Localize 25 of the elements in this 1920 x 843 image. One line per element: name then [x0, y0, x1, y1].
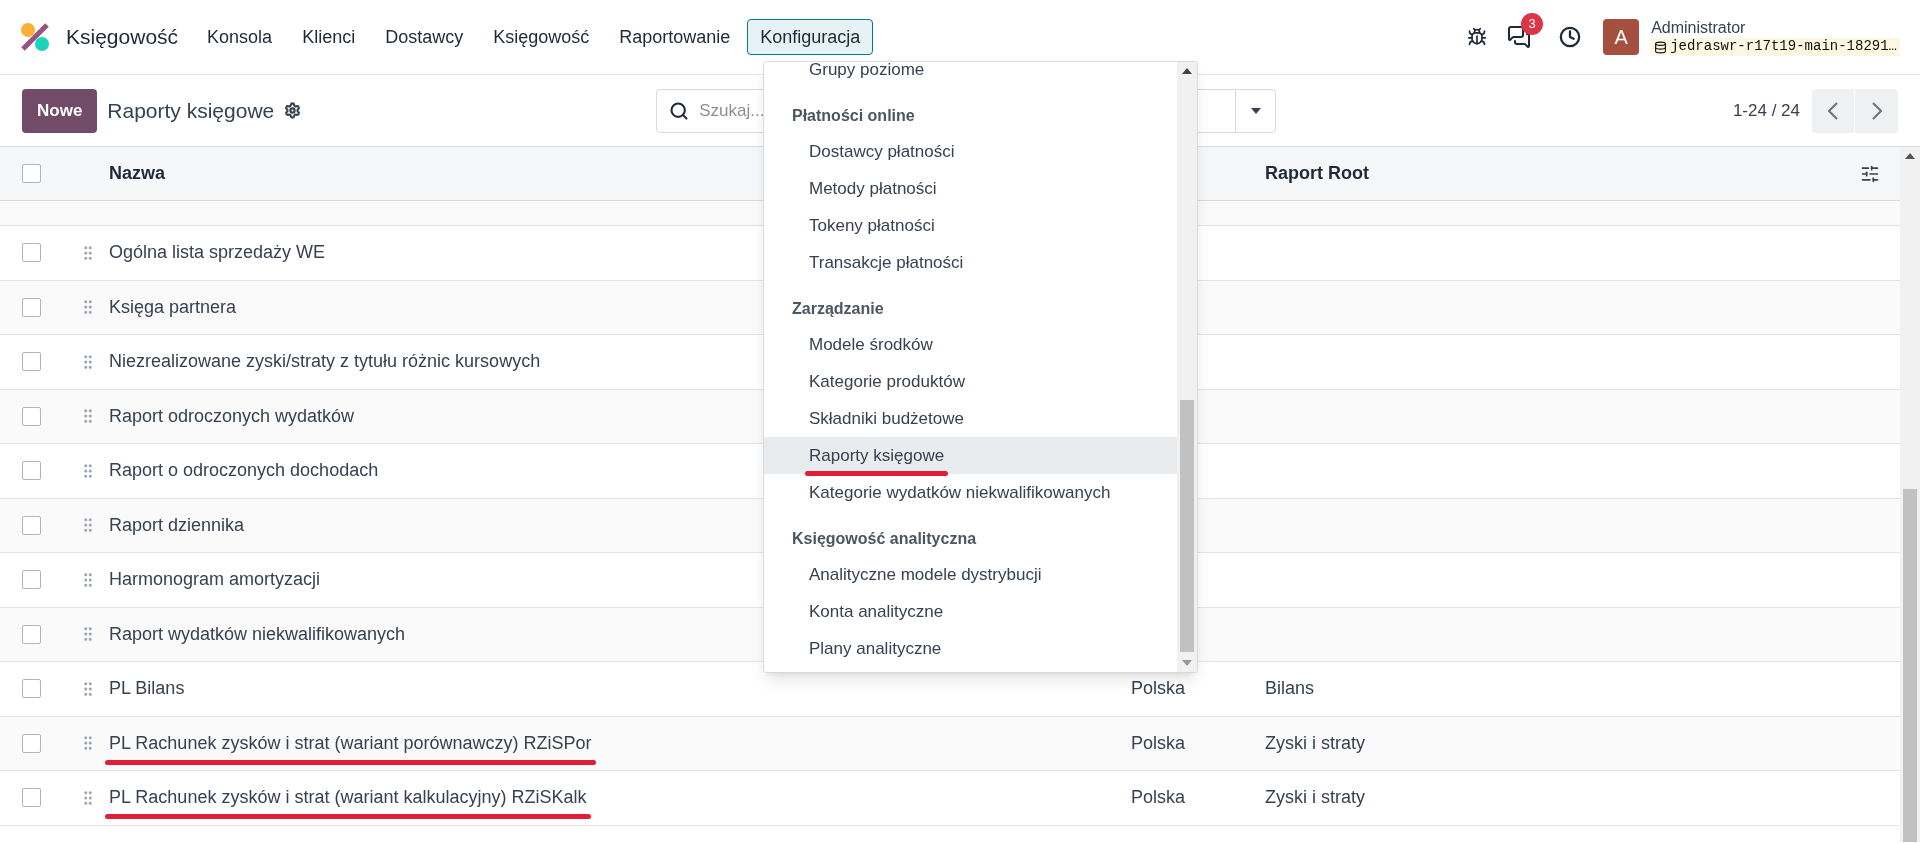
- menu-section-header: Płatności online: [792, 106, 915, 126]
- report-name: Raport wydatków niekwalifikowanych: [109, 622, 406, 646]
- report-name: PL Bilans: [109, 677, 185, 701]
- user-name: Administrator: [1651, 18, 1747, 39]
- root-report-cell: Bilans: [1265, 678, 1315, 699]
- report-name: Księga partnera: [109, 295, 237, 319]
- root-report-cell: Zyski i straty: [1265, 787, 1365, 808]
- page-title: Raporty księgowe: [107, 97, 275, 124]
- menu-section-header: Księgowość analityczna: [792, 529, 977, 549]
- root-report-cell: Zyski i straty: [1265, 732, 1365, 753]
- country-cell: Polska: [1131, 787, 1186, 808]
- report-name: Niezrealizowane zyski/straty z tytułu różnic kursowych: [109, 350, 541, 374]
- country-cell: Polska: [1131, 732, 1186, 753]
- report-name: Raport o odroczonych dochodach: [109, 459, 379, 483]
- report-name: PL Rachunek zysków i strat (wariant kalkulacyjny) RZiSKalk: [109, 784, 587, 812]
- country-cell: Polska: [1131, 678, 1186, 699]
- report-name: PL Rachunek zysków i strat (wariant porównawczy) RZiSPor: [109, 729, 592, 757]
- report-name: Raport odroczonych wydatków: [109, 404, 355, 428]
- pager-value: 1-24 / 24: [1732, 99, 1800, 122]
- menu-section-header: Zarządzanie: [792, 299, 884, 319]
- report-name: Harmonogram amortyzacji: [109, 568, 321, 592]
- message-count-badge: 3: [1521, 13, 1544, 35]
- report-name: Ogólna lista sprzedaży WE: [109, 241, 326, 265]
- report-name: Raport dziennika: [109, 513, 245, 537]
- database-name: jedraswr-r17t19-main-18291…: [1670, 38, 1897, 56]
